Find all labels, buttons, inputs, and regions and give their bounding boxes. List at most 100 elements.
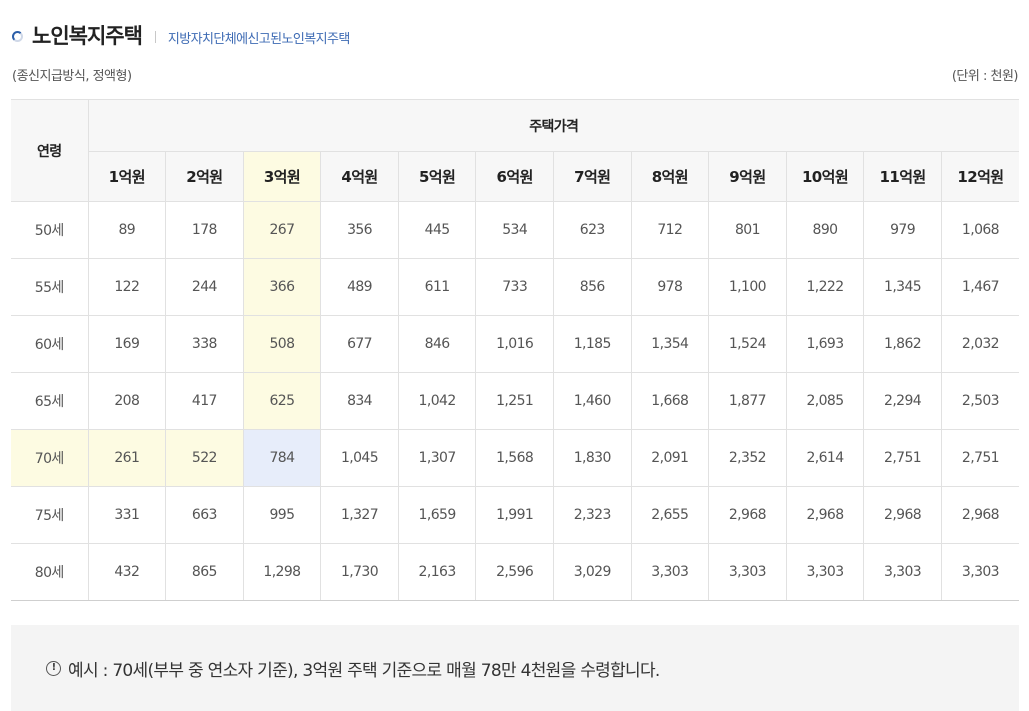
value-cell: 1,877 xyxy=(708,372,787,430)
value-cell: 2,751 xyxy=(863,429,942,487)
value-cell: 2,085 xyxy=(785,372,865,430)
value-cell: 489 xyxy=(320,258,399,316)
value-cell: 2,968 xyxy=(940,486,1020,544)
value-cell: 2,032 xyxy=(940,315,1020,373)
age-cell: 50세 xyxy=(11,201,89,259)
table-row: 65세 208 417 625 834 1,042 1,251 1,460 1,668 1,877… xyxy=(11,372,1020,430)
value-cell: 625 xyxy=(242,372,322,430)
age-cell: 55세 xyxy=(11,258,89,316)
value-cell: 1,222 xyxy=(785,258,865,316)
price-column-header: 6억원 xyxy=(475,151,554,202)
value-cell: 122 xyxy=(87,258,167,316)
value-cell: 1,460 xyxy=(552,372,632,430)
value-cell: 244 xyxy=(165,258,244,316)
value-cell: 1,693 xyxy=(785,315,865,373)
value-cell: 979 xyxy=(863,201,942,259)
table-caption-row: (종신지급방식, 정액형) (단위 : 천원) xyxy=(12,63,1019,85)
value-cell: 2,323 xyxy=(552,486,632,544)
value-cell: 995 xyxy=(242,486,322,544)
title-bullet-icon xyxy=(12,31,23,42)
value-cell: 846 xyxy=(397,315,477,373)
unit-label: (단위 : 천원) xyxy=(951,68,1019,84)
value-cell: 267 xyxy=(242,201,322,259)
price-column-header: 4억원 xyxy=(320,151,399,202)
value-cell: 3,303 xyxy=(785,543,865,601)
value-cell: 2,596 xyxy=(475,543,554,601)
price-column-header: 1억원 xyxy=(88,151,167,202)
table-row: 70세 261 522 784 1,045 1,307 1,568 1,830 2,091 2,3… xyxy=(11,429,1020,487)
value-cell: 801 xyxy=(708,201,787,259)
value-cell: 2,751 xyxy=(940,429,1020,487)
value-cell: 356 xyxy=(320,201,399,259)
house-price-group-header: 주택가격 xyxy=(87,99,1020,152)
value-cell: 663 xyxy=(165,486,244,544)
table-row: 80세 432 865 1,298 1,730 2,163 2,596 3,029 3,303 3… xyxy=(11,543,1020,601)
price-column-header: 2억원 xyxy=(165,151,244,202)
value-cell: 2,968 xyxy=(708,486,787,544)
value-cell: 261 xyxy=(87,429,167,487)
value-cell: 2,503 xyxy=(940,372,1020,430)
value-cell: 2,352 xyxy=(708,429,787,487)
value-cell: 856 xyxy=(552,258,632,316)
value-cell: 1,354 xyxy=(630,315,710,373)
value-cell: 2,968 xyxy=(863,486,942,544)
value-cell: 3,303 xyxy=(863,543,942,601)
value-cell: 1,524 xyxy=(708,315,787,373)
value-cell: 1,100 xyxy=(708,258,787,316)
value-cell: 366 xyxy=(242,258,322,316)
age-cell: 75세 xyxy=(11,486,89,544)
value-cell: 3,303 xyxy=(630,543,710,601)
value-cell: 508 xyxy=(242,315,322,373)
value-cell: 169 xyxy=(87,315,167,373)
age-cell: 65세 xyxy=(11,372,89,430)
age-column-header: 연령 xyxy=(11,99,89,202)
price-column-header: 8억원 xyxy=(630,151,710,202)
example-note: ! 예시 : 70세(부부 중 연소자 기준), 3억원 주택 기준으로 매월 … xyxy=(11,625,1019,711)
price-column-header: 5억원 xyxy=(397,151,477,202)
title-divider xyxy=(154,31,156,43)
price-column-header: 9억원 xyxy=(708,151,787,202)
page-subtitle: 지방자치단체에신고된노인복지주택 xyxy=(167,31,350,47)
table-row: 55세 122 244 366 489 611 733 856 978 1,100 1,222 1,3… xyxy=(11,258,1020,316)
value-cell: 445 xyxy=(397,201,477,259)
value-cell: 1,668 xyxy=(630,372,710,430)
value-cell: 2,968 xyxy=(785,486,865,544)
value-cell: 3,303 xyxy=(708,543,787,601)
value-cell: 178 xyxy=(165,201,244,259)
value-cell: 534 xyxy=(475,201,554,259)
value-cell: 1,991 xyxy=(475,486,554,544)
value-cell: 2,655 xyxy=(630,486,710,544)
value-cell: 677 xyxy=(320,315,399,373)
value-cell: 432 xyxy=(87,543,167,601)
value-cell: 1,830 xyxy=(552,429,632,487)
price-column-header: 11억원 xyxy=(863,151,942,202)
value-cell: 2,091 xyxy=(630,429,710,487)
value-cell: 1,327 xyxy=(320,486,399,544)
value-cell: 3,029 xyxy=(552,543,632,601)
age-cell: 60세 xyxy=(11,315,89,373)
value-cell: 1,730 xyxy=(320,543,399,601)
value-cell: 331 xyxy=(87,486,167,544)
value-cell: 712 xyxy=(630,201,710,259)
value-cell: 1,045 xyxy=(320,429,399,487)
value-cell: 733 xyxy=(475,258,554,316)
section-title-row: 노인복지주택 지방자치단체에신고된노인복지주택 xyxy=(12,18,350,52)
value-cell: 1,068 xyxy=(940,201,1020,259)
value-cell: 1,568 xyxy=(475,429,554,487)
value-cell: 865 xyxy=(165,543,244,601)
price-column-header: 3억원 xyxy=(242,151,322,202)
value-cell: 1,185 xyxy=(552,315,632,373)
value-cell: 89 xyxy=(87,201,167,259)
page-title: 노인복지주택 xyxy=(32,24,143,48)
value-cell: 834 xyxy=(320,372,399,430)
info-circle-icon: ! xyxy=(46,660,61,676)
value-cell: 1,298 xyxy=(242,543,322,601)
value-cell: 2,163 xyxy=(397,543,477,601)
value-cell: 890 xyxy=(785,201,865,259)
value-cell: 417 xyxy=(165,372,244,430)
table-row: 75세 331 663 995 1,327 1,659 1,991 2,323 2,655 2,9… xyxy=(11,486,1020,544)
value-cell: 1,345 xyxy=(863,258,942,316)
value-cell: 208 xyxy=(87,372,167,430)
example-note-text: 예시 : 70세(부부 중 연소자 기준), 3억원 주택 기준으로 매월 78… xyxy=(68,660,660,681)
value-cell: 1,016 xyxy=(475,315,554,373)
